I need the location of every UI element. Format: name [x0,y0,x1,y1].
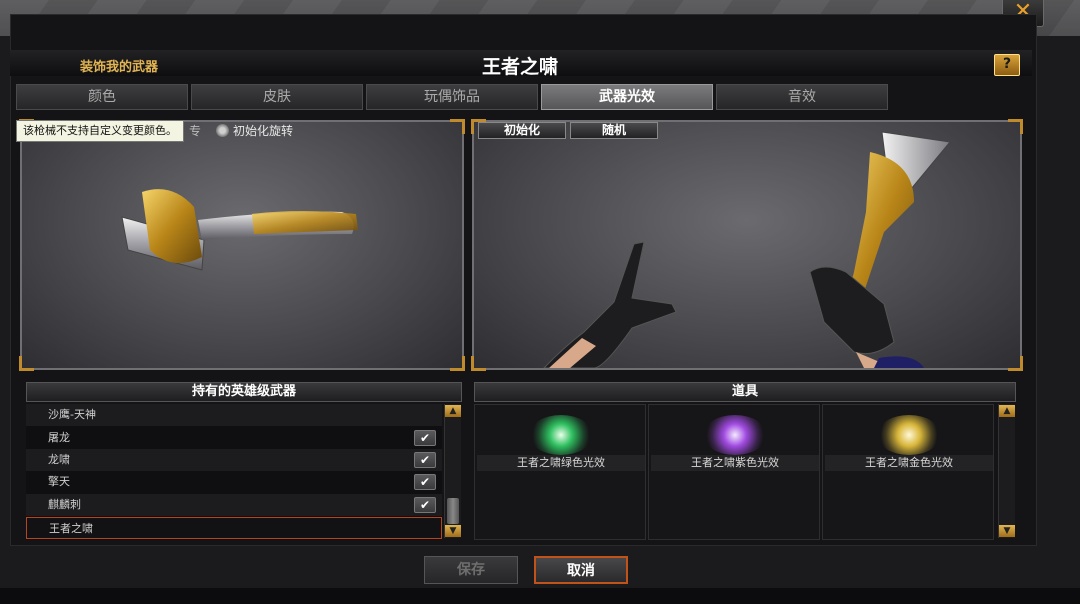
obscured-label-fragment: 专 [189,124,202,138]
item-label: 王者之啸紫色光效 [651,455,819,471]
glow-effect-icon [703,415,767,455]
items-grid: 王者之啸绿色光效 王者之啸紫色光效 王者之啸金色光效 [474,404,996,540]
list-item[interactable]: 屠龙 ✔ [26,427,442,449]
glow-effect-icon [529,415,593,455]
rotate-icon [216,124,229,137]
reset-view-button[interactable]: 初始化 [478,122,566,139]
check-icon[interactable]: ✔ [414,430,436,446]
item-slot-green-effect[interactable]: 王者之啸绿色光效 [474,404,646,540]
list-item[interactable]: 擎天 ✔ [26,471,442,493]
tab-weapon-effect[interactable]: 武器光效 [541,84,713,110]
check-icon[interactable]: ✔ [414,452,436,468]
tab-skin[interactable]: 皮肤 [191,84,363,110]
scroll-up-icon[interactable]: ▲ [445,405,461,417]
items-panel-header: 道具 [474,382,1016,402]
scroll-thumb[interactable] [447,498,459,524]
item-slot-gold-effect[interactable]: 王者之啸金色光效 [822,404,994,540]
color-unsupported-tooltip: 该枪械不支持自定义变更颜色。 [16,120,184,142]
weapon-name: 擎天 [48,475,70,488]
weapon-name: 王者之啸 [49,522,93,535]
list-item-selected[interactable]: 王者之啸 [26,517,442,539]
weapon-name: 沙鹰-天神 [48,408,96,421]
axe-model-image [121,189,358,271]
reset-rotation-label: 初始化旋转 [233,124,294,138]
items-scrollbar[interactable]: ▲ ▼ [998,404,1015,538]
weapon-name: 屠龙 [48,431,70,444]
tab-doll-accessory[interactable]: 玩偶饰品 [366,84,538,110]
game-taskbar [0,588,1080,604]
item-slot-purple-effect[interactable]: 王者之啸紫色光效 [648,404,820,540]
weapons-scrollbar[interactable]: ▲ ▼ [444,404,461,538]
character-preview-viewport[interactable] [471,119,1023,371]
section-title: 装饰我的武器 [80,60,159,75]
weapon-name: 龙啸 [48,453,70,466]
owned-weapons-list: 沙鹰-天神 屠龙 ✔ 龙啸 ✔ 擎天 ✔ 麒麟刺 ✔ 王者之啸 [26,404,442,540]
check-icon[interactable]: ✔ [414,497,436,513]
reset-rotation-button[interactable]: 初始化旋转 [216,122,293,139]
check-icon[interactable]: ✔ [414,474,436,490]
help-icon: ? [1002,56,1012,72]
list-item[interactable]: 沙鹰-天神 [26,404,442,426]
cancel-button[interactable]: 取消 [534,556,628,584]
save-button[interactable]: 保存 [424,556,518,584]
scroll-down-icon[interactable]: ▼ [999,525,1015,537]
weapon-preview-viewport[interactable] [19,119,465,484]
list-item[interactable]: 龙啸 ✔ [26,449,442,471]
weapon-name: 麒麟刺 [48,498,81,511]
first-person-hands-image [543,131,951,368]
owned-hero-weapons-header: 持有的英雄级武器 [26,382,462,402]
scroll-down-icon[interactable]: ▼ [445,525,461,537]
page-title: 王者之啸 [481,56,558,78]
random-button[interactable]: 随机 [570,122,658,139]
item-label: 王者之啸绿色光效 [477,455,645,471]
list-item[interactable]: 麒麟刺 ✔ [26,494,442,516]
glow-effect-icon [877,415,941,455]
item-label: 王者之啸金色光效 [825,455,993,471]
scroll-up-icon[interactable]: ▲ [999,405,1015,417]
tab-sound-effect[interactable]: 音效 [716,84,888,110]
tab-color[interactable]: 颜色 [16,84,188,110]
help-button[interactable]: ? [994,54,1020,76]
